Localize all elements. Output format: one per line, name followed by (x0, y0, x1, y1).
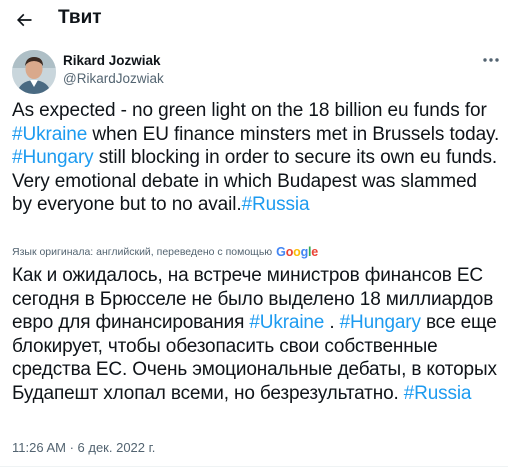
display-name[interactable]: Rikard Jozwiak (63, 53, 161, 68)
tweet-text-segment: As expected - no green light on the 18 b… (12, 100, 487, 121)
more-button[interactable] (480, 52, 502, 68)
translation-note-text: Язык оригинала: английский, переведено с… (12, 246, 273, 258)
translated-text: Как и ожидалось, на встрече министров фи… (12, 264, 500, 406)
tweet-text-segment: when EU finance minsters met in Brussels… (87, 123, 500, 145)
top-bar: Твит (0, 0, 508, 40)
avatar-image (12, 50, 56, 94)
back-button[interactable] (10, 6, 38, 34)
arrow-left-icon (16, 13, 32, 27)
user-handle[interactable]: @RikardJozwiak (63, 71, 164, 86)
page-title: Твит (58, 7, 102, 28)
tweet-text: As expected - no green light on the 18 b… (12, 99, 500, 217)
divider (0, 466, 508, 467)
hashtag-link[interactable]: #Russia (242, 194, 310, 215)
avatar[interactable] (12, 50, 56, 94)
tweet-timestamp[interactable]: 11:26 AM · 6 дек. 2022 г. (12, 440, 155, 455)
hashtag-link[interactable]: #Hungary (340, 312, 421, 333)
tweet-author: Rikard Jozwiak @RikardJozwiak (12, 50, 502, 94)
hashtag-link[interactable]: #Russia (404, 383, 472, 404)
translation-note: Язык оригинала: английский, переведено с… (12, 245, 318, 259)
hashtag-link[interactable]: #Ukraine (12, 124, 87, 145)
more-horizontal-icon (483, 58, 499, 62)
translated-text-segment: . (324, 312, 340, 334)
hashtag-link[interactable]: #Hungary (12, 147, 94, 168)
google-logo[interactable]: Google (276, 245, 318, 259)
hashtag-link[interactable]: #Ukraine (249, 312, 324, 333)
